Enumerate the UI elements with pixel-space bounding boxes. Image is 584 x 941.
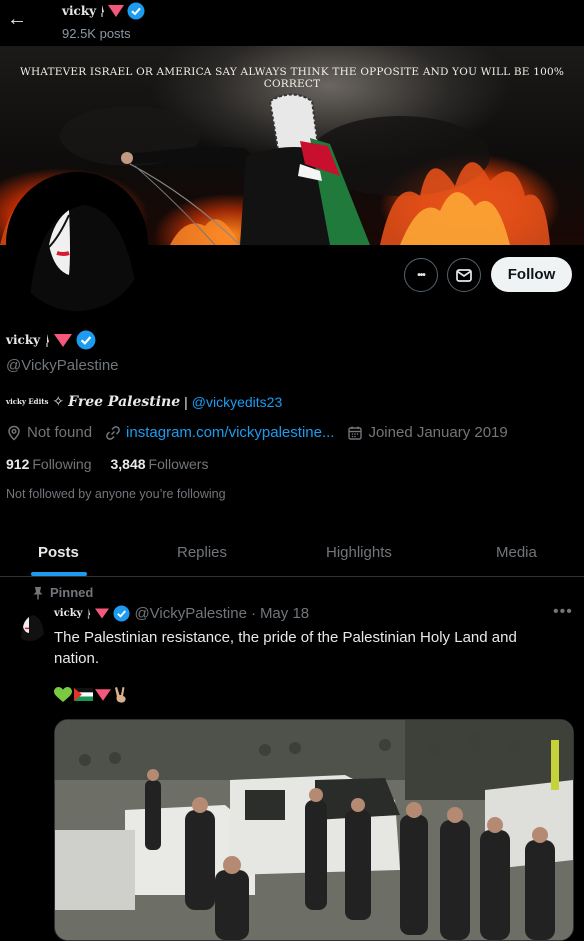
post-dot: · (250, 605, 256, 622)
followers-count: 3,848 (110, 456, 146, 472)
website-item[interactable]: instagram.com/vickypalestine... (105, 424, 334, 441)
profile-avatar[interactable] (6, 172, 148, 314)
profile-tabs: Posts Replies Highlights Media (0, 528, 584, 577)
active-tab-indicator (31, 572, 87, 576)
message-button[interactable] (447, 258, 481, 292)
header-display-name: vicky (62, 2, 145, 20)
pinned-indicator: Pinned (32, 585, 93, 600)
bio-separator: | (184, 393, 188, 410)
post-text: The Palestinian resistance, the pride of… (54, 629, 517, 667)
knife-icon (101, 5, 105, 17)
tab-highlights[interactable]: Highlights (326, 528, 392, 576)
post-media-image[interactable] (54, 719, 574, 941)
verified-badge-icon (76, 330, 96, 350)
follow-button[interactable]: Follow (491, 257, 572, 292)
following-label: Following (32, 456, 92, 472)
followers-stat[interactable]: 3,848 Followers (111, 456, 209, 472)
red-triangle-icon (54, 333, 73, 347)
profile-display-name: vicky (6, 330, 96, 350)
link-icon (106, 425, 120, 440)
victory-hand-icon (115, 687, 126, 703)
profile-name-text: vicky (6, 333, 41, 347)
pinned-label: Pinned (50, 585, 94, 600)
verified-badge-icon (113, 605, 130, 622)
avatar-image (9, 175, 145, 311)
bio-sparkle: ✧ (52, 393, 65, 409)
post-avatar-image (13, 607, 47, 641)
profile-bio: vicky Edits ✧ Free Palestine | @vickyedi… (6, 393, 282, 410)
bio-prefix: vicky Edits (6, 397, 49, 406)
back-arrow-icon[interactable]: ← (6, 8, 28, 30)
red-triangle-icon (108, 5, 125, 17)
followers-label: Followers (148, 456, 209, 472)
joined-item: Joined January 2019 (347, 424, 508, 441)
knife-icon (88, 608, 91, 619)
bio-link[interactable]: @vickyedits23 (192, 394, 282, 410)
pin-icon (33, 586, 43, 599)
profile-handle: @VickyPalestine (6, 357, 119, 374)
header-name-text: vicky (62, 4, 97, 18)
tab-replies[interactable]: Replies (177, 528, 227, 576)
post-header: vicky @VickyPalestine · May 18 (54, 605, 309, 622)
location-text: Not found (27, 424, 93, 441)
palestine-flag-icon (74, 688, 93, 701)
following-stat[interactable]: 912 Following (6, 456, 92, 472)
verified-badge-icon (127, 2, 145, 20)
red-triangle-icon (95, 608, 110, 619)
post-author-avatar[interactable] (13, 607, 47, 641)
post-date[interactable]: May 18 (260, 605, 309, 622)
location-pin-icon (8, 425, 20, 441)
tab-media[interactable]: Media (496, 528, 537, 576)
post-emoji-row (54, 686, 129, 703)
green-heart-icon (54, 686, 72, 702)
post-author-handle[interactable]: @VickyPalestine (134, 605, 247, 622)
header-posts-count: 92.5K posts (62, 26, 131, 41)
profile-meta: Not found instagram.com/vickypalestine..… (6, 424, 521, 441)
location-item: Not found (6, 424, 92, 441)
envelope-icon (456, 269, 472, 282)
website-link[interactable]: instagram.com/vickypalestine... (126, 424, 334, 441)
not-followed-notice: Not followed by anyone you’re following (6, 487, 226, 501)
tab-posts[interactable]: Posts (38, 528, 79, 576)
knife-icon (46, 333, 50, 347)
joined-text: Joined January 2019 (368, 424, 508, 441)
calendar-icon (348, 426, 363, 440)
red-triangle-icon (95, 688, 111, 701)
more-options-icon: ••• (417, 269, 425, 281)
following-count: 912 (6, 456, 30, 472)
more-options-button[interactable]: ••• (404, 258, 438, 292)
bio-text: Free Palestine (68, 393, 181, 410)
profile-stats: 912 Following 3,848 Followers (6, 456, 208, 472)
post-more-button[interactable]: ••• (553, 603, 573, 621)
post-media-scene (55, 720, 573, 940)
post-author-name[interactable]: vicky (54, 608, 82, 619)
top-bar: ← vicky 92.5K posts (0, 0, 584, 46)
